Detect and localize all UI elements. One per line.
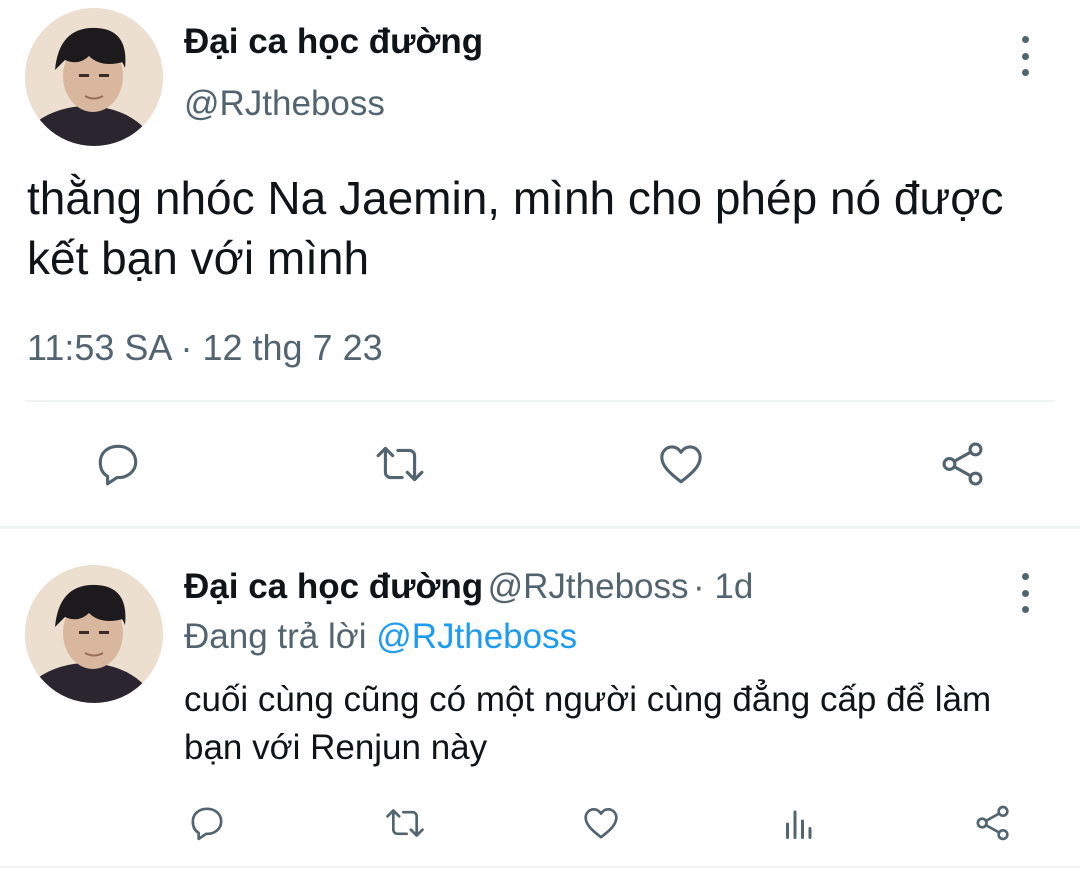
replying-to-mention[interactable]: @RJtheboss <box>376 617 577 656</box>
bottom-divider <box>0 866 1080 868</box>
author-name[interactable]: Đại ca học đường <box>184 22 483 62</box>
reply-icon[interactable] <box>186 802 228 844</box>
analytics-icon[interactable] <box>778 804 818 844</box>
author-avatar[interactable] <box>25 8 163 146</box>
reply-text: cuối cùng cũng có một người cùng đẳng cấ… <box>184 680 992 767</box>
tweet-separator <box>0 526 1080 529</box>
retweet-icon[interactable] <box>382 802 428 844</box>
divider <box>25 400 1055 402</box>
reply-time[interactable]: · 1d <box>693 567 753 606</box>
reply-author-name[interactable]: Đại ca học đường <box>184 567 483 606</box>
dot <box>1021 69 1029 76</box>
share-icon[interactable] <box>972 802 1014 844</box>
avatar-image <box>25 565 163 703</box>
dot <box>1021 52 1029 60</box>
dot <box>1021 573 1029 580</box>
dot <box>1021 606 1029 613</box>
like-icon[interactable] <box>580 802 622 844</box>
like-icon[interactable] <box>654 438 708 490</box>
tweet-text: thằng nhóc Na Jaemin, mình cho phép nó đ… <box>27 172 1004 284</box>
more-options-icon[interactable] <box>1015 36 1035 76</box>
reply-author-avatar[interactable] <box>25 565 163 703</box>
avatar-image <box>25 8 163 146</box>
reply-more-options-icon[interactable] <box>1015 573 1035 613</box>
reply-icon[interactable] <box>92 438 144 490</box>
reply-author-handle[interactable]: @RJtheboss <box>488 567 689 606</box>
retweet-icon[interactable] <box>372 438 428 490</box>
replying-to-prefix: Đang trả lời <box>184 617 367 656</box>
reply-header: Đại ca học đường @RJtheboss · 1d <box>184 567 753 607</box>
tweet-timestamp[interactable]: 11:53 SA · 12 thg 7 23 <box>27 327 383 369</box>
share-icon[interactable] <box>936 438 990 490</box>
dot <box>1021 36 1029 43</box>
replying-to: Đang trả lời @RJtheboss <box>184 617 577 657</box>
author-handle[interactable]: @RJtheboss <box>184 84 385 124</box>
dot <box>1021 589 1029 597</box>
